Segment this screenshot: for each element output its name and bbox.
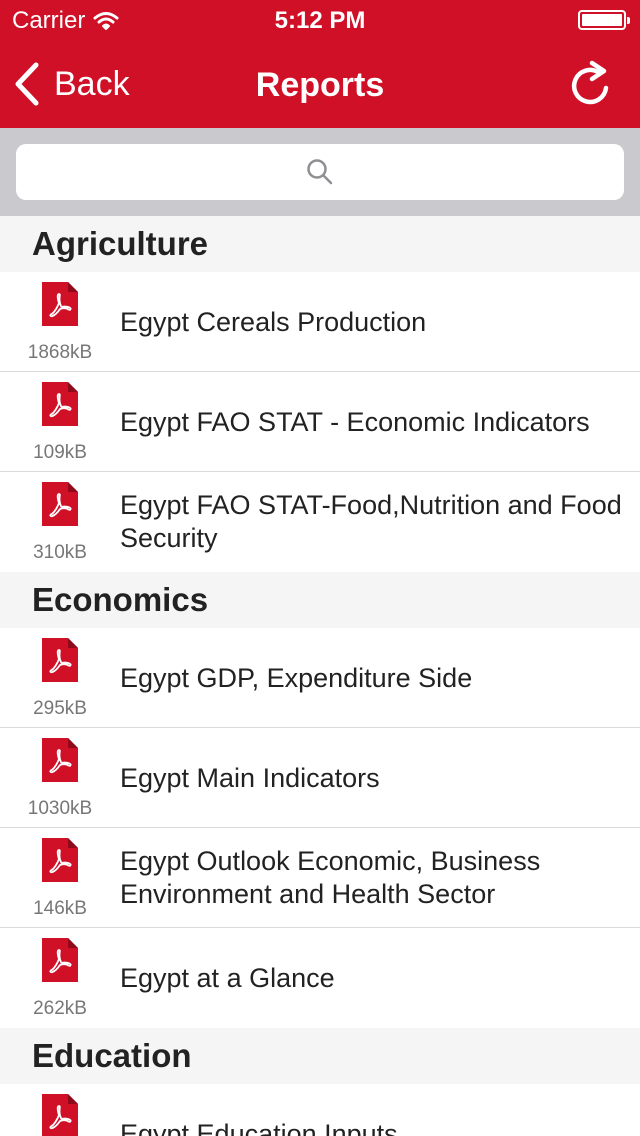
reports-list: Agriculture 1868kB Egypt Cereals Productio… [0,216,640,1136]
header: Carrier 5:12 PM Back Reports [0,0,640,128]
file-size: 1030kB [27,798,93,819]
search-bar [0,128,640,216]
report-row[interactable]: Egypt Education Inputs [0,1084,640,1136]
status-bar: Carrier 5:12 PM [0,0,640,40]
report-title: Egypt Education Inputs [120,1084,628,1136]
pdf-icon [42,482,78,526]
report-row[interactable]: 109kB Egypt FAO STAT - Economic Indicator… [0,372,640,472]
pdf-icon [42,938,78,982]
report-title-text: Egypt Outlook Economic, Business Environ… [120,846,541,909]
report-row[interactable]: 1868kB Egypt Cereals Production [0,272,640,372]
report-title: Egypt GDP, Expenditure Side [120,628,628,728]
report-row[interactable]: 310kB Egypt FAO STAT-Food,Nutrition and F… [0,472,640,572]
pdf-icon [42,1094,78,1136]
report-title: Egypt FAO STAT - Economic Indicators [120,372,628,472]
search-input[interactable] [16,144,624,200]
search-icon [307,159,333,185]
report-title: Egypt at a Glance [120,928,628,1028]
refresh-button[interactable] [568,60,612,108]
status-time: 5:12 PM [274,7,366,34]
report-title-text: Egypt Cereals Production [120,306,427,337]
report-title-text: Egypt GDP, Expenditure Side [120,662,473,693]
report-row[interactable]: 146kB Egypt Outlook Economic, Business En… [0,828,640,928]
report-row[interactable]: 1030kB Egypt Main Indicators [0,728,640,828]
section-header-agriculture: Agriculture [0,216,640,272]
report-title-text: Egypt FAO STAT - Economic Indicators [120,406,590,437]
nav-bar: Back Reports [0,40,640,128]
report-title-text: Egypt Main Indicators [120,762,380,793]
section-header-education: Education [0,1028,640,1084]
battery-icon [578,10,630,30]
pdf-icon [42,838,78,882]
file-size: 295kB [33,698,87,719]
report-title: Egypt Outlook Economic, Business Environ… [120,828,628,928]
section-header-economics: Economics [0,572,640,628]
report-title-text: Egypt Education Inputs [120,1118,398,1136]
file-size: 109kB [33,442,87,463]
report-row[interactable]: 262kB Egypt at a Glance [0,928,640,1028]
report-title-text: Egypt at a Glance [120,962,335,993]
report-title: Egypt Cereals Production [120,272,628,372]
report-title-text: Egypt FAO STAT-Food,Nutrition and Food S… [120,490,622,553]
report-title: Egypt Main Indicators [120,728,628,828]
file-size: 1868kB [27,342,93,363]
pdf-icon [42,382,78,426]
file-size: 310kB [33,542,87,563]
pdf-icon [42,638,78,682]
file-size: 146kB [33,898,87,919]
pdf-icon [42,282,78,326]
page-title: Reports [255,66,385,104]
refresh-icon [571,60,609,105]
pdf-icon [42,738,78,782]
report-row[interactable]: 295kB Egypt GDP, Expenditure Side [0,628,640,728]
file-size: 262kB [33,998,87,1019]
report-title: Egypt FAO STAT-Food,Nutrition and Food S… [120,472,628,572]
